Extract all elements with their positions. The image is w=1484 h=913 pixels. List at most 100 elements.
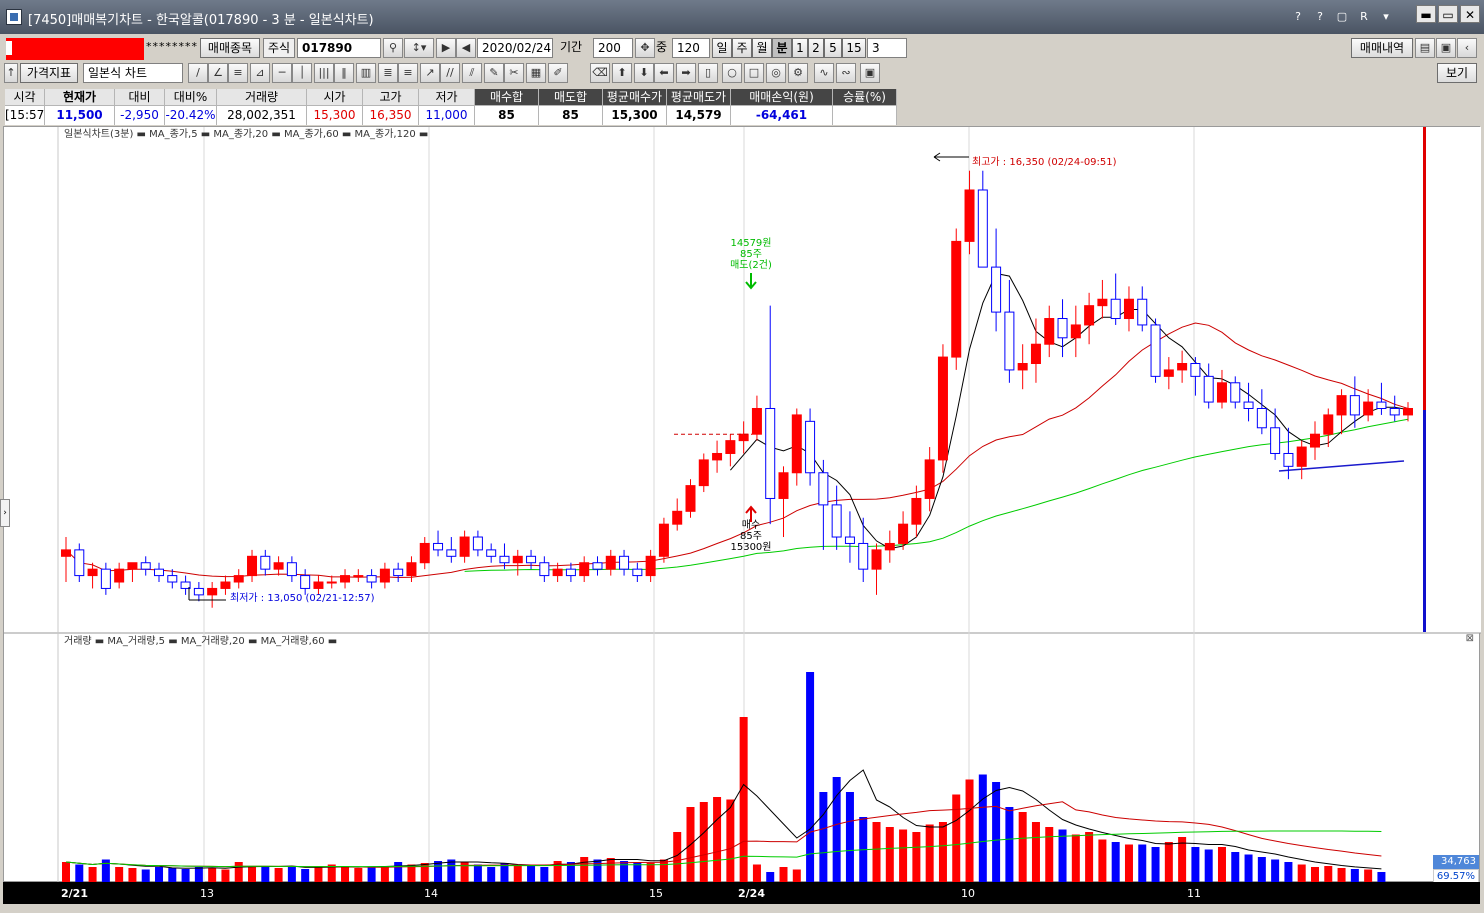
count-input[interactable]: 120 [672, 38, 710, 58]
vline-tool-icon[interactable]: │ [292, 63, 312, 83]
pen-tool-icon[interactable]: ✎ [484, 63, 504, 83]
collapse-icon[interactable]: ‹ [1457, 38, 1477, 58]
arrows-icon[interactable]: ✥ [635, 38, 655, 58]
gann-tool-icon[interactable]: ⫽ [462, 63, 482, 83]
period-day[interactable]: 일 [712, 38, 732, 58]
candle-body [619, 555, 630, 570]
wave2-tool-icon[interactable]: ∾ [836, 63, 856, 83]
candle-body [313, 581, 324, 589]
candle-body [1216, 382, 1227, 403]
trade-item-button[interactable]: 매매종목 [200, 38, 260, 58]
period-1[interactable]: 1 [792, 38, 808, 58]
period-minute[interactable]: 분 [772, 38, 792, 58]
right-tool-icon[interactable]: ➡ [676, 63, 696, 83]
layout-icon[interactable]: ▢ [1334, 9, 1350, 25]
maximize-button[interactable]: ▭ [1438, 5, 1458, 23]
chart-type-select[interactable]: 일본식 차트 [83, 63, 183, 83]
period-5[interactable]: 5 [824, 38, 842, 58]
volume-bar [181, 869, 190, 882]
zoom-tool-icon[interactable]: ◎ [766, 63, 786, 83]
prev-icon[interactable]: ◀ [456, 38, 476, 58]
folder-icon[interactable]: ▤ [1415, 38, 1435, 58]
settings-tool-icon[interactable]: ⚙ [788, 63, 808, 83]
speed-tool-icon[interactable]: // [440, 63, 460, 83]
candle-body [260, 555, 271, 570]
angle-tool-icon[interactable]: ∠ [208, 63, 228, 83]
edit-tool-icon[interactable]: ✐ [548, 63, 568, 83]
quote-value-win-rate [833, 106, 896, 125]
indicator-button[interactable]: 가격지표 [20, 63, 78, 83]
image-tool-icon[interactable]: ▣ [860, 63, 880, 83]
quote-header-open: 시가 [307, 89, 362, 106]
up-tool-icon[interactable]: ⬆ [612, 63, 632, 83]
wave-tool-icon[interactable]: ∿ [814, 63, 834, 83]
table-tool-icon[interactable]: ▥ [356, 63, 376, 83]
candle-body [140, 562, 151, 570]
restore-icon[interactable]: R [1356, 9, 1372, 25]
chart-svg[interactable]: 최고가 : 16,350 (02/24-09:51) 최저가 : 13,050 (… [4, 127, 1481, 883]
period-2[interactable]: 2 [808, 38, 824, 58]
date-label: 14 [424, 887, 438, 900]
volume-bar [845, 792, 854, 882]
volume-bar [513, 866, 522, 882]
rect-tool-icon[interactable]: □ [744, 63, 764, 83]
candle-body [818, 472, 829, 506]
quote-header-volume: 거래량 [217, 89, 306, 106]
menu-icon[interactable]: ▾ [1378, 9, 1394, 25]
date-input[interactable]: 2020/02/24 [477, 38, 553, 58]
fib-tool-icon[interactable]: ⊿ [250, 63, 270, 83]
period-week[interactable]: 주 [732, 38, 752, 58]
channel-tool-icon[interactable]: ≣ [378, 63, 398, 83]
period-month[interactable]: 월 [752, 38, 772, 58]
fan-tool-icon[interactable]: ≡ [228, 63, 248, 83]
color-tool-icon[interactable]: ▦ [526, 63, 546, 83]
code-input[interactable]: 017890 [297, 38, 381, 58]
quote-col-sell-total: 매도합 85 [539, 89, 603, 125]
date-label: 15 [649, 887, 663, 900]
date-axis: 2/21 13 14 15 2/24 10 11 [3, 882, 1480, 904]
cut-tool-icon[interactable]: ✂ [504, 63, 524, 83]
sort-icon[interactable]: ↕▾ [404, 38, 434, 58]
cycle-tool-icon[interactable]: ||| [314, 63, 334, 83]
view-button[interactable]: 보기 [1437, 63, 1477, 83]
parallel-tool-icon[interactable]: ≡ [398, 63, 418, 83]
period-input[interactable]: 200 [593, 38, 633, 58]
expand-tab[interactable]: › [0, 499, 10, 527]
hline-tool-icon[interactable]: ─ [272, 63, 292, 83]
market-select[interactable]: 주식 [263, 38, 295, 58]
search-icon[interactable]: ⚲ [383, 38, 403, 58]
quote-value-current-price: 11,500 [45, 106, 114, 125]
quote-value-avg-buy: 15,300 [603, 106, 666, 125]
candle-body [725, 440, 736, 454]
text-tool-icon[interactable]: ▯ [698, 63, 718, 83]
line-tool-icon[interactable]: / [188, 63, 208, 83]
candle-body [911, 497, 922, 525]
left-tool-icon[interactable]: ⬅ [654, 63, 674, 83]
volume-bar [141, 869, 150, 882]
save-icon[interactable]: ▣ [1436, 38, 1456, 58]
down-tool-icon[interactable]: ⬇ [634, 63, 654, 83]
erase-tool-icon[interactable]: ⌫ [590, 63, 610, 83]
candle-body [937, 356, 948, 461]
question-icon[interactable]: ? [1312, 9, 1328, 25]
volume-bar [1138, 844, 1147, 882]
close-button[interactable]: ✕ [1460, 5, 1480, 23]
volume-bar [978, 774, 987, 882]
volume-bar [819, 792, 828, 882]
candle-body [1017, 363, 1028, 371]
trend-tool-icon[interactable]: ↗ [420, 63, 440, 83]
quote-col-volume: 거래량 28,002,351 [217, 89, 307, 125]
up-arrow-icon[interactable]: ↑ [4, 63, 18, 83]
play-icon[interactable]: ▶ [436, 38, 456, 58]
minimize-button[interactable]: ▬ [1416, 5, 1436, 23]
interval-select[interactable]: 3 [867, 38, 907, 58]
volume-bar [885, 827, 894, 882]
candle-body [1376, 401, 1387, 409]
circle-tool-icon[interactable]: ○ [722, 63, 742, 83]
candle-body [1070, 324, 1081, 339]
chart-area[interactable]: 최고가 : 16,350 (02/24-09:51) 최저가 : 13,050 (… [3, 126, 1481, 883]
period-15[interactable]: 15 [842, 38, 866, 58]
history-button[interactable]: 매매내역 [1351, 38, 1413, 58]
grid-tool-icon[interactable]: ‖ [334, 63, 354, 83]
help-icon[interactable]: ? [1290, 9, 1306, 25]
